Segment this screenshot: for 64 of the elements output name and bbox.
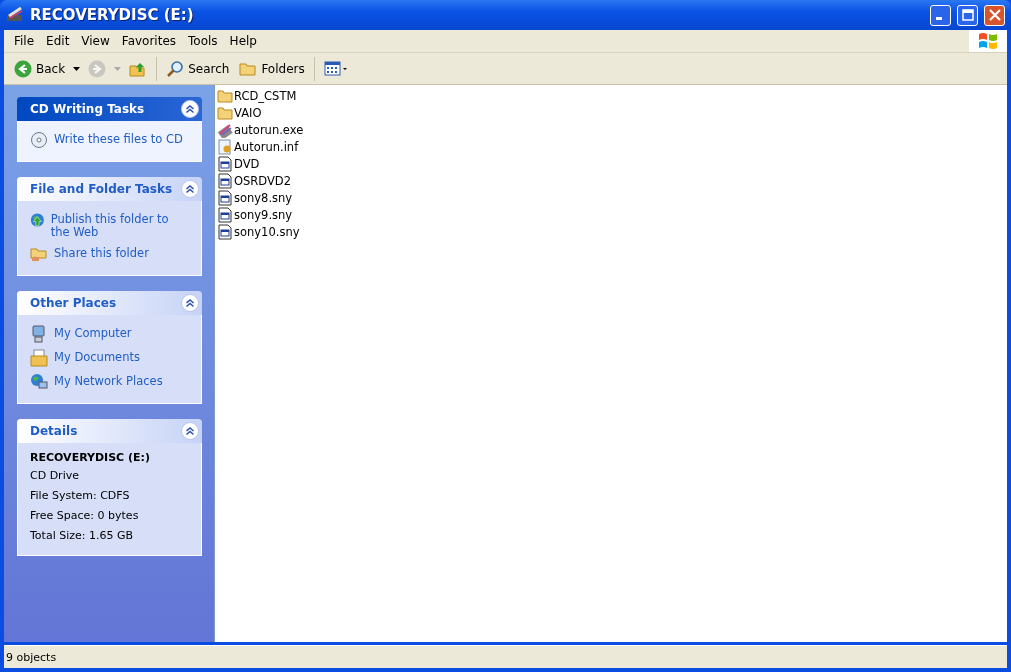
menu-item[interactable]: File	[8, 32, 41, 50]
maximize-button[interactable]	[957, 4, 978, 26]
document-icon	[217, 155, 233, 172]
folder-icon	[217, 104, 233, 121]
views-grid-icon	[323, 59, 348, 78]
task-link[interactable]: My Network Places	[54, 373, 163, 388]
search-button[interactable]: Search	[162, 57, 234, 80]
pane-header[interactable]: Details	[17, 419, 202, 443]
cd-icon	[30, 131, 48, 149]
file-name[interactable]: OSRDVD2	[234, 173, 292, 188]
back-button[interactable]: Back	[10, 57, 70, 80]
dropdown-caret-icon[interactable]	[73, 66, 81, 71]
menu-item[interactable]: Favorites	[115, 32, 183, 50]
file-name[interactable]: Autorun.inf	[234, 139, 299, 154]
maximize-icon	[961, 9, 974, 21]
document-icon	[217, 223, 233, 240]
document-icon	[217, 172, 233, 189]
settings-file-icon	[217, 138, 233, 155]
drive-name: RECOVERYDISC (E:)	[30, 451, 151, 465]
menu-item[interactable]: Help	[223, 32, 263, 50]
menu-item[interactable]: Edit	[40, 32, 76, 50]
menu-item[interactable]: Tools	[182, 32, 224, 50]
collapse-chevron-icon[interactable]	[181, 100, 199, 118]
documents-folder-icon	[30, 349, 48, 367]
file-name[interactable]: RCD_CSTM	[234, 88, 297, 103]
file-name[interactable]: sony9.sny	[234, 207, 293, 222]
file-name[interactable]: VAIO	[234, 105, 262, 120]
computer-icon	[30, 325, 48, 343]
shared-folder-icon	[30, 245, 48, 263]
file-name[interactable]: sony10.sny	[234, 224, 300, 239]
task-link[interactable]: Share this folder	[54, 245, 149, 260]
folder-icon	[217, 87, 233, 104]
folders-button[interactable]: Folders	[235, 57, 309, 80]
task-link[interactable]: Write these files to CD	[54, 131, 183, 146]
minimize-icon	[936, 16, 942, 20]
network-globe-icon	[30, 373, 48, 391]
program-icon	[217, 121, 233, 138]
minimize-button[interactable]	[930, 4, 951, 26]
detail-text: Free Space: 0 bytes	[30, 508, 140, 524]
task-link[interactable]: My Computer	[54, 325, 132, 340]
document-icon	[217, 189, 233, 206]
pane-header[interactable]: Other Places	[17, 291, 202, 315]
close-button[interactable]	[984, 4, 1005, 26]
collapse-chevron-icon[interactable]	[181, 294, 199, 312]
detail-text: Total Size: 1.65 GB	[30, 528, 135, 544]
close-icon	[988, 9, 1001, 21]
document-icon	[217, 206, 233, 223]
pane-header[interactable]: File and Folder Tasks	[17, 177, 202, 201]
file-name[interactable]: DVD	[234, 156, 260, 171]
window-title: RECOVERYDISC (E:)	[30, 6, 195, 24]
search-icon	[166, 59, 185, 78]
windows-logo-icon	[969, 30, 1007, 52]
status-text: 9 objects	[6, 650, 57, 664]
pane-header[interactable]: CD Writing Tasks	[17, 97, 202, 121]
cd-drive-icon	[6, 6, 24, 24]
task-link[interactable]: Publish this folder to the Web	[50, 211, 189, 239]
file-name[interactable]: autorun.exe	[234, 122, 304, 137]
menu-item[interactable]: View	[75, 32, 116, 50]
detail-text: CD Drive	[30, 468, 80, 484]
task-link[interactable]: My Documents	[54, 349, 140, 364]
collapse-chevron-icon[interactable]	[181, 180, 199, 198]
detail-text: File System: CDFS	[30, 488, 131, 504]
file-name[interactable]: sony8.sny	[234, 190, 293, 205]
collapse-chevron-icon[interactable]	[181, 422, 199, 440]
